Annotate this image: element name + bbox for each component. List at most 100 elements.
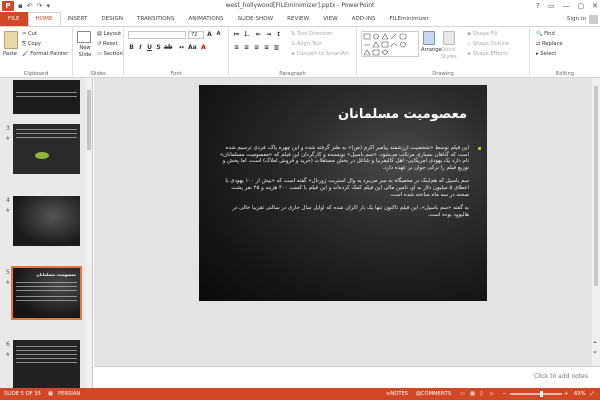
change-case-icon[interactable]: Aa [188, 44, 197, 51]
reset-button[interactable]: ↺ Reset [97, 41, 118, 48]
zoom-out-icon[interactable]: − [502, 388, 506, 400]
sign-in-link[interactable]: Sign in [567, 12, 586, 26]
slide-thumbnail-selected[interactable]: معصومیت مسلمانان [11, 266, 82, 320]
minimize-button[interactable]: — [563, 0, 570, 12]
bullets-icon[interactable]: ≔ [233, 31, 240, 38]
align-right-icon[interactable]: ≡ [253, 44, 260, 51]
font-color-icon[interactable]: A [200, 44, 207, 51]
convert-smartart-button[interactable]: ◈ Convert to SmartArt [291, 51, 349, 58]
shapes-gallery[interactable] [361, 31, 419, 57]
slide-sorter-icon[interactable]: ▦ [470, 388, 475, 400]
quick-styles-button[interactable]: Quick Styles [441, 47, 461, 61]
previous-slide-icon[interactable]: ⏶ [593, 340, 597, 346]
shape-effects-button[interactable]: ◈ Shape Effects [467, 51, 508, 58]
paste-button[interactable]: Paste [3, 51, 17, 58]
new-slide-button[interactable]: New Slide [75, 45, 95, 59]
reading-view-icon[interactable]: ▯ [480, 388, 483, 400]
zoom-slider-handle[interactable] [540, 391, 543, 397]
fit-slide-icon[interactable]: ⤢ [590, 388, 594, 400]
shape-fill-button[interactable]: ◆ Shape Fill [467, 31, 497, 38]
char-spacing-icon[interactable]: ↔ [178, 44, 185, 51]
italic-icon[interactable]: I [137, 44, 144, 51]
cut-button[interactable]: ✂ Cut [22, 31, 37, 38]
align-left-icon[interactable]: ≡ [233, 44, 240, 51]
find-button[interactable]: 🔍 Find [536, 31, 555, 38]
normal-view-icon[interactable]: ▭ [460, 388, 465, 400]
grow-font-icon[interactable]: A [206, 31, 213, 38]
tab-design[interactable]: DESIGN [94, 12, 130, 26]
numbering-icon[interactable]: ⒈ [243, 31, 250, 38]
shape-fill-label: Shape Fill [472, 31, 498, 37]
columns-icon[interactable]: ▥ [273, 44, 280, 51]
tab-add-ins[interactable]: ADD-INS [345, 12, 383, 26]
proofing-icon[interactable]: ▣ [48, 388, 53, 400]
layout-button[interactable]: ▤ Layout [97, 31, 121, 38]
paste-icon[interactable] [4, 31, 18, 49]
clipboard-group-label: Clipboard [23, 71, 49, 77]
slideshow-icon[interactable]: ▷ [490, 388, 494, 400]
thumbnails-scrollbar[interactable] [86, 78, 92, 388]
canvas-scrollbar-thumb[interactable] [594, 86, 598, 286]
strikethrough-icon[interactable]: ab [164, 44, 172, 51]
tab-file[interactable]: FILE [0, 12, 28, 26]
text-direction-button[interactable]: ⇅ Text Direction [291, 31, 333, 38]
zoom-level[interactable]: 69% [574, 388, 586, 400]
new-slide-icon[interactable] [77, 31, 91, 43]
font-group-label: Font [170, 71, 182, 77]
notes-pane[interactable]: Click to add notes [94, 366, 600, 388]
slide-title[interactable]: معصومیت مسلمانان [338, 107, 467, 122]
font-size-box[interactable]: 72 [188, 31, 204, 39]
underline-icon[interactable]: U [146, 44, 153, 51]
maximize-button[interactable]: ▢ [578, 0, 585, 12]
cut-label: Cut [28, 31, 37, 37]
next-slide-icon[interactable]: ⏷ [593, 350, 597, 356]
tab-insert[interactable]: INSERT [61, 12, 95, 26]
slide-thumbnail[interactable] [13, 80, 80, 114]
select-button[interactable]: ▸ Select [536, 51, 556, 58]
shadow-icon[interactable]: S [155, 44, 162, 51]
align-text-button[interactable]: ⊟ Align Text [291, 41, 322, 48]
align-center-icon[interactable]: ≡ [243, 44, 250, 51]
thumb-text-line [16, 96, 77, 97]
quick-styles-icon[interactable] [443, 31, 455, 45]
zoom-slider[interactable] [510, 393, 562, 395]
tab-home[interactable]: HOME [27, 12, 61, 26]
copy-button[interactable]: ⎘ Copy [22, 41, 41, 48]
close-button[interactable]: ✕ [592, 0, 598, 12]
replace-button[interactable]: ⇄ Replace [536, 41, 563, 48]
slide-thumbnail[interactable] [13, 124, 80, 174]
increase-indent-icon[interactable]: ⇥ [265, 31, 272, 38]
font-name-box[interactable] [128, 31, 186, 39]
shrink-font-icon[interactable]: A [215, 31, 222, 38]
justify-icon[interactable]: ≡ [263, 44, 270, 51]
decrease-indent-icon[interactable]: ⇤ [255, 31, 262, 38]
slide-thumbnail[interactable] [13, 196, 80, 246]
avatar[interactable] [589, 15, 598, 24]
zoom-in-icon[interactable]: + [564, 388, 568, 400]
help-button[interactable]: ? [536, 0, 540, 12]
notes-button[interactable]: ≡ NOTES [386, 388, 408, 400]
arrange-button[interactable]: Arrange [421, 47, 442, 54]
section-button[interactable]: ▭ Section [97, 51, 123, 58]
thumb-text-line [16, 300, 77, 301]
slide-thumbnail[interactable] [13, 340, 80, 390]
line-spacing-icon[interactable]: ↕ [275, 31, 282, 38]
bold-icon[interactable]: B [128, 44, 135, 51]
canvas-scrollbar[interactable]: ⏶ ⏷ [592, 78, 600, 366]
shape-outline-button[interactable]: ◇ Shape Outline [467, 41, 509, 48]
ribbon-display-button[interactable]: ▭ [548, 0, 555, 12]
shape-effects-label: Shape Effects [472, 51, 509, 57]
tab-transitions[interactable]: TRANSITIONS [130, 12, 182, 26]
slide-body-text[interactable]: این فیلم توسط «شخصیت ارزشمند پیامبر اکرم… [219, 145, 469, 225]
thumbnails-scrollbar-thumb[interactable] [87, 90, 91, 150]
tab-slide-show[interactable]: SLIDE SHOW [231, 12, 281, 26]
tab-view[interactable]: VIEW [316, 12, 345, 26]
tab-review[interactable]: REVIEW [280, 12, 316, 26]
tab-fileminimizer[interactable]: FILEminimizer [383, 12, 436, 26]
tab-animations[interactable]: ANIMATIONS [181, 12, 230, 26]
language-indicator[interactable]: PERSIAN [58, 388, 80, 400]
comments-button[interactable]: ▤ COMMENTS [416, 388, 451, 400]
current-slide[interactable]: معصومیت مسلمانان این فیلم توسط «شخصیت ار… [199, 85, 487, 301]
format-painter-button[interactable]: 🖌 Format Painter [22, 51, 68, 58]
arrange-icon[interactable] [423, 31, 435, 45]
